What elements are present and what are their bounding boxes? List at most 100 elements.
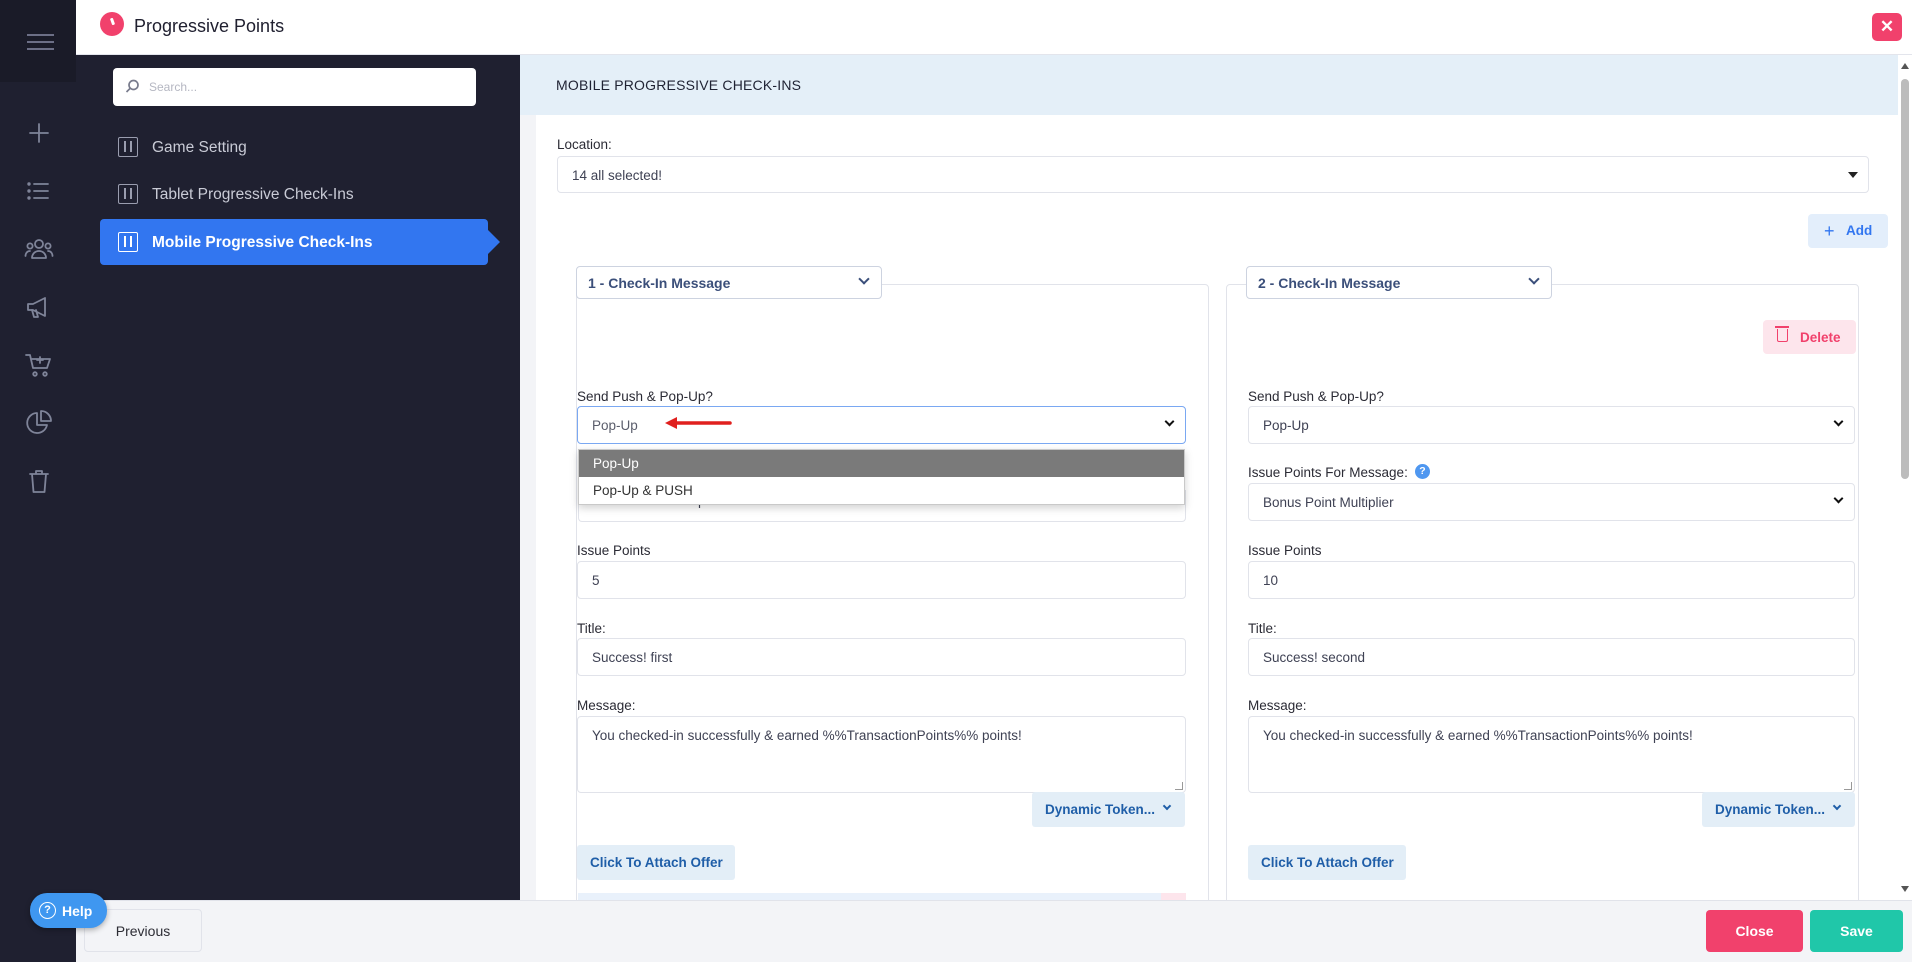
sliders-icon — [118, 184, 138, 204]
sliders-icon — [118, 137, 138, 157]
location-label: Location: — [557, 137, 612, 152]
scrollbar[interactable] — [1898, 55, 1912, 900]
message-value: You checked-in successfully & earned %%T… — [592, 728, 1022, 743]
message-value: You checked-in successfully & earned %%T… — [1263, 728, 1693, 743]
chevron-down-icon — [1162, 801, 1172, 811]
attach-offer-label: Click To Attach Offer — [1261, 855, 1394, 870]
sidebar-item-label: Tablet Progressive Check-Ins — [152, 186, 354, 203]
card-1-tab-select[interactable]: 1 - Check-In Message — [576, 266, 882, 299]
top-bar: Progressive Points ✕ — [76, 0, 1912, 55]
megaphone-icon[interactable] — [24, 292, 54, 322]
chevron-down-icon — [858, 273, 870, 285]
issue-points-value: 10 — [1263, 573, 1279, 588]
send-push-select[interactable]: Pop-Up — [1248, 406, 1855, 444]
location-value: 14 all selected! — [572, 168, 663, 183]
dynamic-token-button[interactable]: Dynamic Token... — [1702, 792, 1855, 827]
plus-icon: + — [1824, 221, 1835, 241]
message-label: Message: — [577, 698, 636, 713]
help-button[interactable]: ? Help — [30, 893, 107, 928]
card-2-tab-select[interactable]: 2 - Check-In Message — [1246, 266, 1552, 299]
location-select[interactable]: 14 all selected! — [557, 156, 1869, 193]
chevron-down-icon — [1832, 801, 1842, 811]
scroll-up-icon[interactable] — [1901, 63, 1909, 69]
message-textarea[interactable]: You checked-in successfully & earned %%T… — [577, 716, 1186, 793]
option-label: Pop-Up — [593, 456, 639, 471]
app-logo — [100, 12, 124, 36]
dropdown-option[interactable]: Pop-Up — [579, 450, 1184, 477]
resize-handle[interactable] — [1175, 782, 1183, 790]
delete-label: Delete — [1800, 330, 1841, 345]
dynamic-token-label: Dynamic Token... — [1715, 802, 1826, 817]
search-icon — [125, 79, 140, 94]
save-button[interactable]: Save — [1810, 910, 1903, 952]
scrollbar-thumb[interactable] — [1901, 79, 1909, 479]
sliders-icon — [118, 232, 138, 252]
chevron-down-icon — [1833, 493, 1844, 504]
sidebar-item-mobile-progressive-check-ins[interactable]: Mobile Progressive Check-Ins — [100, 219, 500, 265]
sidebar-item-game-setting[interactable]: Game Setting — [100, 124, 488, 170]
issue-points-input[interactable]: 5 — [577, 561, 1186, 599]
issue-points-value: 5 — [592, 573, 600, 588]
issue-points-for-value: Bonus Point Multiplier — [1263, 495, 1394, 510]
issue-points-for-select[interactable]: Bonus Point Multiplier — [1248, 483, 1855, 521]
message-label: Message: — [1248, 698, 1307, 713]
send-push-dropdown-menu: Pop-Up Pop-Up & PUSH — [578, 449, 1185, 505]
scroll-down-icon[interactable] — [1901, 886, 1909, 892]
users-icon[interactable] — [24, 234, 54, 264]
menu-icon[interactable] — [0, 0, 76, 82]
add-button[interactable]: + Add — [1808, 214, 1888, 248]
issue-points-label: Issue Points — [1248, 543, 1322, 558]
title-value: Success! second — [1263, 650, 1366, 665]
red-arrow-annotation — [665, 417, 732, 429]
sidebar-item-label: Game Setting — [152, 139, 247, 156]
card-tab-label: 1 - Check-In Message — [588, 275, 731, 291]
issue-points-for-label: Issue Points For Message: — [1248, 465, 1408, 480]
page-title: Progressive Points — [134, 16, 285, 36]
title-input[interactable]: Success! second — [1248, 638, 1855, 676]
section-title: MOBILE PROGRESSIVE CHECK-INS — [556, 77, 802, 93]
chevron-down-icon — [1833, 416, 1844, 427]
caret-down-icon — [1848, 172, 1858, 178]
sidebar-item-label: Mobile Progressive Check-Ins — [152, 234, 373, 251]
add-button-label: Add — [1846, 223, 1873, 238]
icon-rail — [0, 0, 76, 962]
pie-chart-icon[interactable] — [24, 408, 54, 438]
close-icon[interactable]: ✕ — [1872, 13, 1902, 41]
attach-offer-label: Click To Attach Offer — [590, 855, 723, 870]
plus-icon[interactable] — [24, 118, 54, 148]
sidebar-item-tablet-progressive-check-ins[interactable]: Tablet Progressive Check-Ins — [100, 171, 488, 217]
option-label: Pop-Up & PUSH — [593, 483, 693, 498]
close-button[interactable]: Close — [1706, 910, 1803, 952]
question-icon: ? — [39, 902, 56, 919]
help-label: Help — [62, 903, 93, 919]
cart-icon[interactable] — [24, 350, 54, 380]
sidebar: Game Setting Tablet Progressive Check-In… — [76, 55, 520, 900]
trash-icon — [1775, 326, 1789, 342]
title-label: Title: — [577, 621, 606, 636]
delete-button[interactable]: Delete — [1763, 320, 1856, 354]
issue-points-label: Issue Points — [577, 543, 651, 558]
search-input[interactable] — [147, 68, 467, 106]
attach-offer-button[interactable]: Click To Attach Offer — [577, 845, 735, 880]
card-tab-label: 2 - Check-In Message — [1258, 275, 1401, 291]
attach-offer-button[interactable]: Click To Attach Offer — [1248, 845, 1406, 880]
message-textarea[interactable]: You checked-in successfully & earned %%T… — [1248, 716, 1855, 793]
chevron-down-icon — [1528, 273, 1540, 285]
trash-icon[interactable] — [24, 466, 54, 496]
send-push-value: Pop-Up — [592, 418, 638, 433]
issue-points-input[interactable]: 10 — [1248, 561, 1855, 599]
send-push-label: Send Push & Pop-Up? — [577, 389, 713, 404]
resize-handle[interactable] — [1844, 782, 1852, 790]
help-icon[interactable]: ? — [1415, 464, 1430, 479]
title-label: Title: — [1248, 621, 1277, 636]
send-push-label: Send Push & Pop-Up? — [1248, 389, 1384, 404]
section-header: MOBILE PROGRESSIVE CHECK-INS — [520, 55, 1898, 115]
title-input[interactable]: Success! first — [577, 638, 1186, 676]
list-icon[interactable] — [24, 176, 54, 206]
dynamic-token-button[interactable]: Dynamic Token... — [1032, 792, 1185, 827]
search-box — [113, 68, 476, 106]
dropdown-option[interactable]: Pop-Up & PUSH — [579, 477, 1184, 504]
send-push-value: Pop-Up — [1263, 418, 1309, 433]
dynamic-token-label: Dynamic Token... — [1045, 802, 1156, 817]
bottom-bar: Previous Close Save — [76, 900, 1912, 962]
